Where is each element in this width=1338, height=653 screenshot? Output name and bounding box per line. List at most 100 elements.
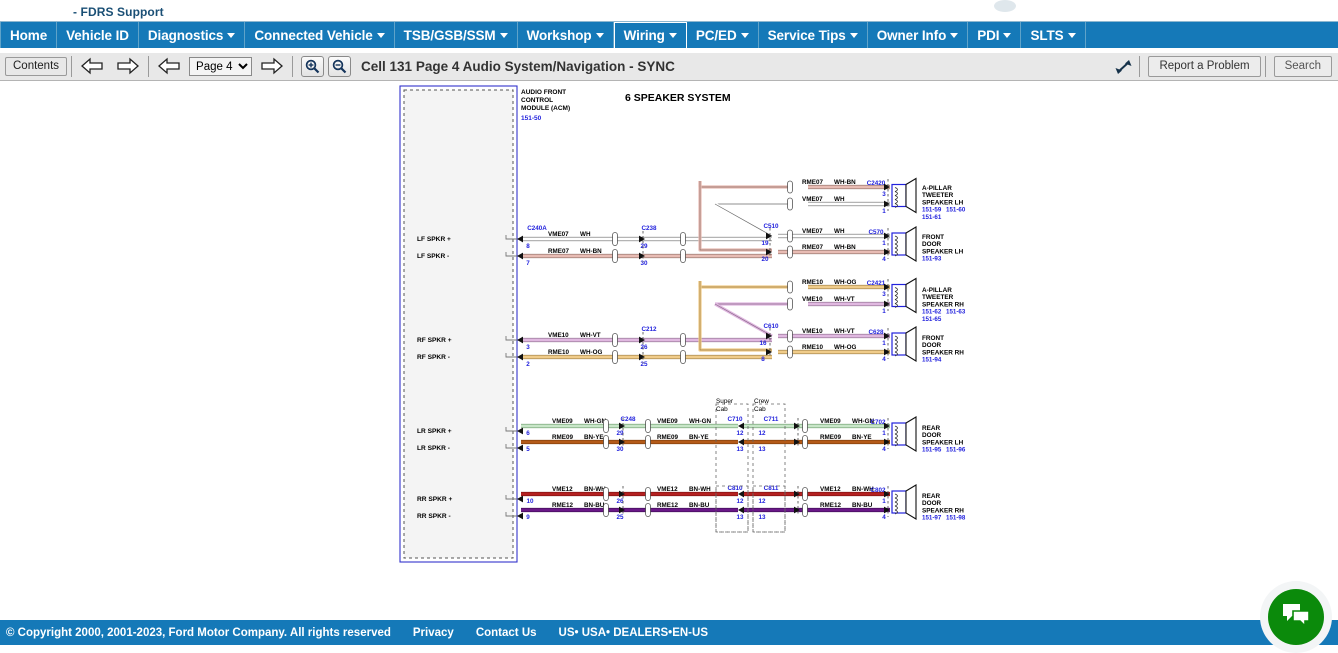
module-pin-label: LR SPKR +: [417, 428, 452, 435]
nav-tab-pdi[interactable]: PDI: [968, 22, 1021, 48]
next-page-button[interactable]: [258, 56, 284, 78]
speaker-name-line: DOOR: [922, 432, 942, 439]
speaker-symbol-rear-door-speaker-rh[interactable]: [892, 485, 916, 519]
chat-widget-button[interactable]: [1268, 589, 1324, 645]
connector-pin: 7: [526, 260, 530, 267]
splice-node: [788, 298, 793, 310]
circuit-code: RME07: [548, 248, 569, 255]
speaker-ref-link[interactable]: 151-59: [922, 207, 942, 214]
speaker-ref-link[interactable]: 151-62: [922, 309, 942, 316]
speaker-name-line: SPEAKER RH: [922, 301, 964, 308]
acm-ref-link[interactable]: 151-50: [521, 115, 542, 122]
nav-filler: [1086, 22, 1338, 48]
footer-link-contact[interactable]: Contact Us: [476, 627, 537, 639]
speaker-ref-link[interactable]: 151-60: [946, 207, 966, 214]
connector-arrow: [517, 428, 523, 435]
connector-name[interactable]: C610: [763, 323, 779, 330]
connector-arrow: [639, 354, 645, 361]
nav-tab-label: PDI: [977, 28, 999, 43]
connector-name[interactable]: C238: [641, 225, 657, 232]
connector-pin: 13: [736, 514, 744, 521]
zoom-in-button[interactable]: [301, 56, 324, 77]
nav-tab-service-tips[interactable]: Service Tips: [759, 22, 868, 48]
connector-name[interactable]: C2421: [867, 280, 886, 287]
nav-tab-wiring[interactable]: Wiring: [614, 22, 687, 48]
connector-name[interactable]: C711: [764, 416, 779, 423]
connector-name[interactable]: C710: [727, 416, 743, 423]
first-page-button[interactable]: [80, 56, 106, 78]
circuit-code: RME12: [657, 502, 678, 509]
speaker-coil-box: [892, 333, 906, 355]
connector-arrow: [517, 236, 523, 243]
page-title: Cell 131 Page 4 Audio System/Navigation …: [361, 59, 675, 74]
contents-button[interactable]: Contents: [5, 57, 67, 76]
splice-node: [604, 504, 609, 517]
speaker-label-rear-door-speaker-rh: REARDOORSPEAKER RH151-97151-98: [922, 493, 966, 522]
connector-arrow: [884, 233, 890, 240]
connector-pin: 12: [758, 430, 766, 437]
connector-name[interactable]: C240A: [527, 225, 547, 232]
speaker-symbol-front-door-speaker-rh[interactable]: [892, 327, 916, 361]
connector-pin: 12: [736, 498, 744, 505]
connector-name[interactable]: C802: [870, 487, 886, 494]
nav-tab-workshop[interactable]: Workshop: [518, 22, 614, 48]
speaker-ref-link[interactable]: 151-93: [922, 256, 942, 263]
connector-name[interactable]: C702: [870, 419, 886, 426]
next-section-button[interactable]: [114, 56, 140, 78]
speaker-ref-link[interactable]: 151-97: [922, 515, 942, 522]
speaker-ref-link[interactable]: 151-65: [922, 316, 942, 323]
speaker-ref-link[interactable]: 151-95: [922, 447, 942, 454]
speaker-cone: [906, 227, 916, 261]
footer-link-privacy[interactable]: Privacy: [413, 627, 454, 639]
acm-module-body: [404, 90, 513, 558]
speaker-ref-link[interactable]: 151-94: [922, 357, 942, 364]
speaker-symbol-a-pillar-tweeter-rh[interactable]: [892, 279, 916, 313]
speaker-ref-link[interactable]: 151-61: [922, 214, 942, 221]
connector-arrow: [738, 507, 744, 514]
connector-arrow: [517, 253, 523, 260]
speaker-name-line: DOOR: [922, 342, 942, 349]
chevron-down-icon: [850, 33, 858, 38]
page-select[interactable]: Page 1Page 2Page 3Page 4Page 5: [189, 57, 252, 76]
nav-tab-slts[interactable]: SLTS: [1021, 22, 1085, 48]
speaker-symbol-a-pillar-tweeter-lh[interactable]: [892, 179, 916, 213]
connector-pin: 3: [882, 191, 886, 198]
connector-pin: 1: [882, 340, 886, 347]
speaker-ref-link[interactable]: 151-63: [946, 309, 966, 316]
search-button[interactable]: Search: [1274, 56, 1332, 77]
connector-pin: 4: [882, 356, 886, 363]
nav-tab-pc-ed[interactable]: PC/ED: [687, 22, 759, 48]
circuit-color: WH-BN: [834, 244, 856, 251]
nav-tab-tsb-gsb-ssm[interactable]: TSB/GSB/SSM: [395, 22, 518, 48]
chevron-down-icon: [950, 33, 958, 38]
nav-tab-connected-vehicle[interactable]: Connected Vehicle: [245, 22, 394, 48]
connector-name[interactable]: C510: [763, 223, 779, 230]
speaker-symbol-rear-door-speaker-lh[interactable]: [892, 417, 916, 451]
connector-arrow: [517, 354, 523, 361]
connector-name[interactable]: C212: [641, 326, 657, 333]
speaker-name-line: FRONT: [922, 234, 944, 241]
connector-name[interactable]: C2420: [867, 180, 886, 187]
speaker-symbol-front-door-speaker-lh[interactable]: [892, 227, 916, 261]
connector-arrow: [884, 507, 890, 514]
nav-tab-vehicle-id[interactable]: Vehicle ID: [57, 22, 139, 48]
expand-icon[interactable]: [1113, 57, 1135, 77]
nav-tab-owner-info[interactable]: Owner Info: [868, 22, 969, 48]
diagram-title: 6 SPEAKER SYSTEM: [625, 92, 731, 104]
wiring-diagram-canvas[interactable]: AUDIO FRONT CONTROL MODULE (ACM) 151-50 …: [0, 82, 1338, 617]
connector-pin: 19: [761, 240, 769, 247]
nav-tab-diagnostics[interactable]: Diagnostics: [139, 22, 245, 48]
previous-page-button[interactable]: [157, 56, 183, 78]
speaker-ref-link[interactable]: 151-98: [946, 515, 966, 522]
report-problem-button[interactable]: Report a Problem: [1148, 56, 1260, 77]
connector-arrow: [619, 491, 625, 498]
main-navigation: HomeVehicle IDDiagnosticsConnected Vehic…: [0, 21, 1338, 48]
nav-tab-home[interactable]: Home: [0, 22, 57, 48]
zoom-out-button[interactable]: [328, 56, 351, 77]
connector-name[interactable]: C570: [868, 229, 884, 236]
speaker-ref-link[interactable]: 151-96: [946, 447, 966, 454]
connector-name[interactable]: C628: [868, 329, 884, 336]
wiring-diagram: AUDIO FRONT CONTROL MODULE (ACM) 151-50 …: [0, 82, 1338, 617]
speaker-coil-box: [892, 233, 906, 255]
splice-node: [613, 334, 618, 347]
